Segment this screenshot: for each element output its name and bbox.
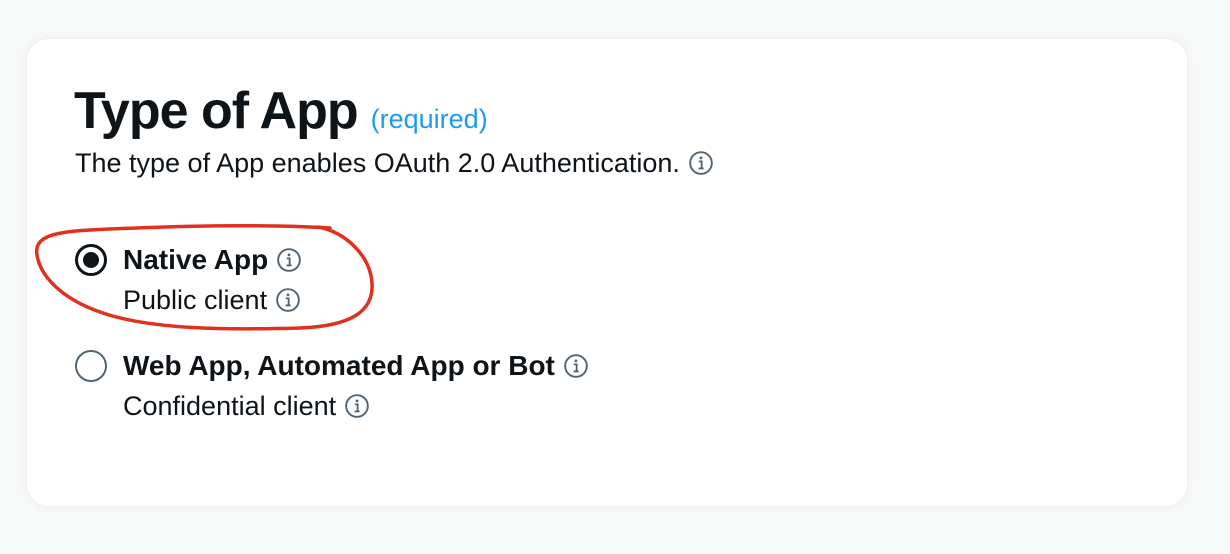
radio-native-app[interactable]	[75, 244, 107, 276]
info-icon[interactable]	[276, 247, 302, 273]
required-label: (required)	[370, 104, 488, 134]
option-label-row: Native App	[123, 242, 302, 278]
option-text: Web App, Automated App or Bot Confidenti…	[123, 348, 589, 424]
subtitle: The type of App enables OAuth 2.0 Authen…	[75, 148, 680, 178]
option-label-web-app[interactable]: Web App, Automated App or Bot	[123, 348, 555, 384]
info-icon[interactable]	[688, 150, 714, 176]
app-type-card: Type of App (required) The type of App e…	[27, 39, 1187, 506]
option-sub-row: Public client	[123, 278, 302, 318]
info-icon[interactable]	[344, 393, 370, 419]
title-row: Type of App (required)	[74, 83, 488, 139]
info-icon[interactable]	[563, 353, 589, 379]
option-label-native-app[interactable]: Native App	[123, 242, 268, 278]
option-sublabel-public-client: Public client	[123, 285, 268, 315]
option-text: Native App Public client	[123, 242, 302, 318]
option-native-app[interactable]: Native App Public client	[75, 242, 302, 318]
info-icon[interactable]	[275, 287, 301, 313]
page-title: Type of App	[74, 82, 359, 140]
option-web-app[interactable]: Web App, Automated App or Bot Confidenti…	[75, 348, 589, 424]
option-sublabel-confidential-client: Confidential client	[123, 391, 337, 421]
option-label-row: Web App, Automated App or Bot	[123, 348, 589, 384]
subtitle-row: The type of App enables OAuth 2.0 Authen…	[75, 146, 714, 180]
option-sub-row: Confidential client	[123, 384, 589, 424]
radio-web-app[interactable]	[75, 350, 107, 382]
